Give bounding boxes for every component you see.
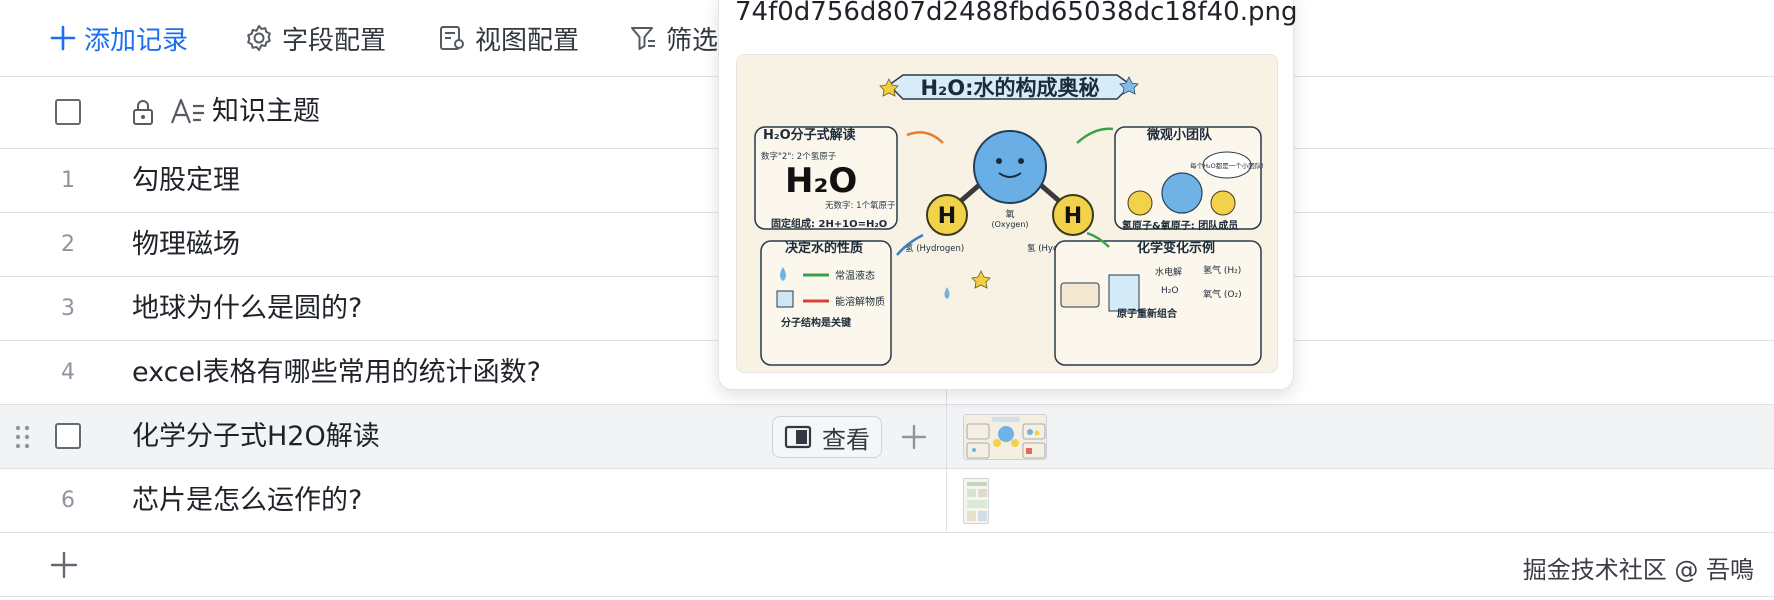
attachment-preview-image xyxy=(964,415,1046,459)
panel-footer: 分子结构是关键 xyxy=(781,316,852,329)
select-all-checkbox[interactable] xyxy=(55,99,81,125)
knowledge-topic-cell[interactable]: 勾股定理 xyxy=(132,149,240,212)
column-header-knowledge-topic[interactable]: 知识主题 xyxy=(212,76,320,148)
add-row[interactable] xyxy=(0,533,1774,596)
add-field-icon[interactable] xyxy=(900,423,928,451)
reaction-product: 氢气 (H₂) xyxy=(1203,264,1241,276)
view-config-button[interactable]: 视图配置 xyxy=(437,18,579,58)
plus-icon xyxy=(50,25,76,51)
gear-icon xyxy=(247,25,271,51)
knowledge-topic-cell[interactable]: 芯片是怎么运作的? xyxy=(132,469,362,532)
reaction-step: 水电解 xyxy=(1155,266,1182,278)
add-record-button[interactable]: 添加记录 xyxy=(50,18,188,58)
view-settings-icon xyxy=(440,26,464,50)
panel-footer: 原子重新组合 xyxy=(1117,307,1178,320)
knowledge-topic-cell[interactable]: 化学分子式H2O解读 xyxy=(132,405,380,468)
property-item: 能溶解物质 xyxy=(835,295,885,308)
image-preview-popover: 74f0d756d807d2488fbd65038dc18f40.png H₂O… xyxy=(718,0,1298,390)
view-config-label: 视图配置 xyxy=(475,25,580,56)
knowledge-topic-cell[interactable]: 物理磁场 xyxy=(132,213,240,276)
panel-note: 无数字: 1个氧原子 xyxy=(825,200,896,211)
view-record-label: 查看 xyxy=(822,425,870,454)
row-number: 1 xyxy=(61,168,75,193)
lock-icon xyxy=(133,100,153,125)
table-row-hovered[interactable]: 化学分子式H2O解读 查看 xyxy=(0,405,1774,468)
hydrogen-caption: 氢 (Hydrogen) xyxy=(905,243,964,254)
reaction-reactant: H₂O xyxy=(1161,286,1178,296)
filter-button[interactable]: 筛选 xyxy=(628,18,718,58)
panel-view-icon xyxy=(784,425,812,449)
attachment-preview-image xyxy=(964,479,988,523)
row-number: 6 xyxy=(61,488,75,513)
panel-footer: 固定组成: 2H+1O=H₂O xyxy=(771,217,887,230)
panel-title: H₂O分子式解读 xyxy=(763,127,856,143)
hydrogen-atom-label: H xyxy=(938,204,956,229)
drag-handle-icon[interactable] xyxy=(14,424,32,450)
infographic-title: H₂O:水的构成奥秘 xyxy=(920,76,1099,100)
row-checkbox[interactable] xyxy=(55,423,81,449)
panel-title: 微观小团队 xyxy=(1146,127,1213,143)
panel-title: 决定水的性质 xyxy=(785,240,863,256)
panel-title: 化学变化示例 xyxy=(1137,240,1215,256)
field-config-button[interactable]: 字段配置 xyxy=(244,18,386,58)
row-number: 2 xyxy=(61,232,75,257)
table-row[interactable]: 6 芯片是怎么运作的? xyxy=(0,469,1774,532)
view-record-button[interactable]: 查看 xyxy=(772,416,882,458)
add-row-plus-icon[interactable] xyxy=(50,551,78,579)
property-item: 常温液态 xyxy=(835,269,875,282)
formula-text: H₂O xyxy=(785,161,857,201)
text-field-icon xyxy=(170,98,204,124)
attachment-filename: 74f0d756d807d2488fbd65038dc18f40.png xyxy=(735,0,1298,27)
oxygen-label: 氧 xyxy=(1005,208,1014,220)
attachment-thumbnail[interactable] xyxy=(963,478,989,524)
add-record-label: 添加记录 xyxy=(84,25,189,56)
filter-icon xyxy=(631,27,655,50)
row-number: 3 xyxy=(61,296,75,321)
filter-label: 筛选 xyxy=(666,25,719,56)
attachment-thumbnail[interactable] xyxy=(963,414,1047,460)
field-config-label: 字段配置 xyxy=(282,25,387,56)
knowledge-topic-cell[interactable]: 地球为什么是圆的? xyxy=(132,277,362,340)
reaction-product: 氧气 (O₂) xyxy=(1203,288,1242,300)
watermark: 掘金技术社区 @ 吾鳴 xyxy=(1522,556,1754,584)
divider xyxy=(0,596,1774,597)
oxygen-en-label: (Oxygen) xyxy=(991,220,1028,229)
row-number: 4 xyxy=(61,360,75,385)
speech-bubble-text: 每个H₂O都是一个小团队! xyxy=(1190,161,1264,170)
attachment-preview-image[interactable]: H₂O:水的构成奥秘 H₂O分子式解读 数字"2": 2个氢原子 H₂O 无数字… xyxy=(736,54,1278,373)
panel-footer: 氢原子&氧原子: 团队成员 xyxy=(1122,219,1238,232)
hydrogen-atom-label: H xyxy=(1064,204,1082,229)
knowledge-topic-cell[interactable]: excel表格有哪些常用的统计函数? xyxy=(132,341,541,404)
